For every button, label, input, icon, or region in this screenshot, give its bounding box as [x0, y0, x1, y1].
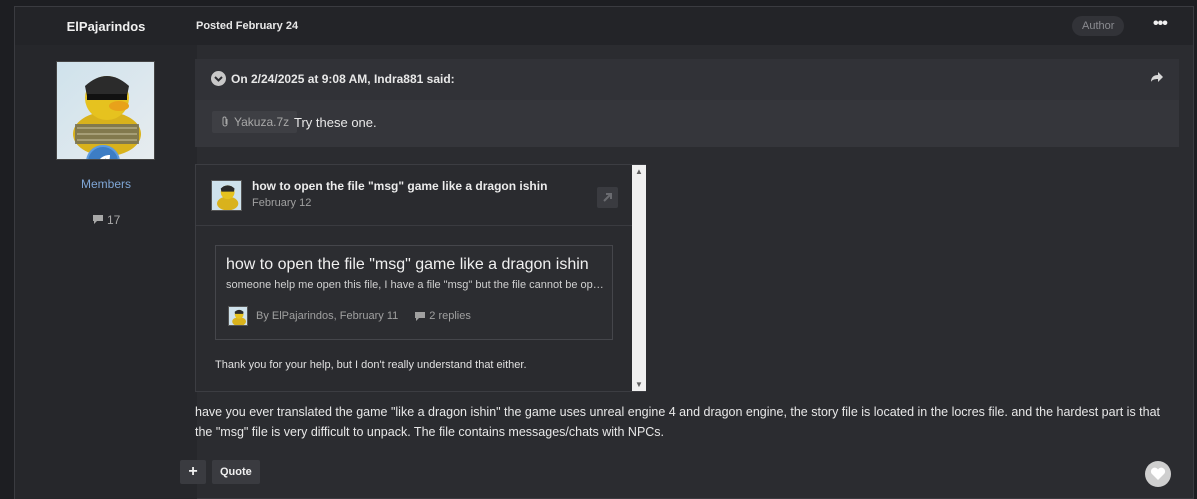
like-button[interactable]	[1145, 461, 1171, 487]
avatar[interactable]	[211, 180, 242, 211]
quote-block: On 2/24/2025 at 9:08 AM, Indra881 said: …	[195, 59, 1179, 147]
author-name-link[interactable]: ElPajarindos	[15, 19, 197, 34]
multiquote-button[interactable]: +	[180, 460, 206, 484]
post-actions: + Quote	[180, 460, 260, 484]
post-menu-button[interactable]: •••	[1153, 15, 1168, 33]
post-count-value: 17	[106, 213, 121, 227]
embed-date: February 12	[252, 197, 312, 209]
leaf-icon	[100, 155, 110, 159]
embedded-topic: how to open the file "msg" game like a d…	[195, 164, 646, 392]
share-icon[interactable]	[1150, 70, 1164, 89]
embed-title-link[interactable]: how to open the file "msg" game like a d…	[252, 179, 547, 193]
quote-citation: On 2/24/2025 at 9:08 AM, Indra881 said:	[231, 72, 455, 86]
quote-text: Try these one.	[294, 115, 377, 130]
quote-header: On 2/24/2025 at 9:08 AM, Indra881 said:	[195, 59, 1179, 100]
comment-icon	[92, 215, 103, 224]
embed-footer-text: Thank you for your help, but I don't rea…	[215, 359, 527, 371]
attachment-link[interactable]: Yakuza.7z	[212, 111, 298, 133]
linked-topic-byline: By ElPajarindos, February 11	[256, 310, 399, 322]
heart-icon	[1150, 467, 1166, 480]
scroll-down-icon[interactable]: ▼	[635, 380, 643, 389]
post-count: 17	[15, 213, 197, 227]
linked-topic-meta: By ElPajarindos, February 11 2 replies	[228, 306, 471, 326]
avatar[interactable]	[228, 306, 248, 326]
quote-button[interactable]: Quote	[212, 460, 260, 484]
embed-header: how to open the file "msg" game like a d…	[196, 165, 645, 226]
linked-topic-card[interactable]: how to open the file "msg" game like a d…	[215, 245, 613, 340]
paperclip-icon	[222, 116, 228, 127]
replies-count: 2 replies	[414, 310, 471, 322]
embed-scrollbar[interactable]: ▲ ▼	[632, 165, 646, 391]
post-header: ElPajarindos Posted February 24 Author •…	[15, 7, 1193, 45]
open-external-icon[interactable]	[597, 187, 618, 208]
linked-topic-title[interactable]: how to open the file "msg" game like a d…	[226, 256, 589, 274]
replies-label: 2 replies	[429, 310, 471, 322]
quote-body: Yakuza.7z Try these one.	[195, 100, 1179, 147]
comment-icon	[415, 311, 426, 321]
post-date[interactable]: Posted February 24	[196, 20, 298, 32]
forum-post: ElPajarindos Posted February 24 Author •…	[14, 6, 1194, 499]
chevron-down-icon[interactable]	[211, 71, 226, 86]
author-badge: Author	[1072, 16, 1125, 36]
scroll-up-icon[interactable]: ▲	[635, 167, 643, 176]
avatar[interactable]	[56, 61, 155, 160]
author-sidebar: Members 17	[15, 45, 197, 499]
post-body-text: have you ever translated the game "like …	[195, 405, 1161, 439]
linked-topic-snippet: someone help me open this file, I have a…	[226, 279, 606, 291]
attachment-name: Yakuza.7z	[234, 115, 290, 129]
member-group: Members	[80, 177, 131, 191]
